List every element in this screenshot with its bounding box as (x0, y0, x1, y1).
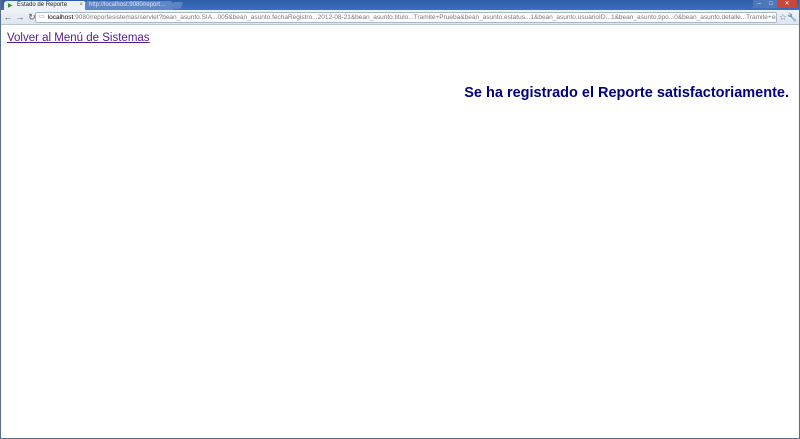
url-path: :9080/reportesistemas/servlet?bean_asunt… (73, 14, 777, 21)
browser-toolbar: ← → ↻ ▭ localhost:9080/reportesistemas/s… (1, 10, 799, 25)
tab-inactive[interactable]: http://localhost:9080/reportesistemas — … (85, 1, 173, 10)
back-to-systems-menu-link[interactable]: Volver al Menú de Sistemas (7, 32, 150, 44)
tab-title-inactive: http://localhost:9080/reportesistemas — … (89, 2, 169, 8)
page-icon: ▭ (39, 14, 45, 20)
maximize-button[interactable]: □ (765, 0, 777, 8)
tab-estado-de-reporte[interactable]: ▶ Estado de Reporte × (4, 1, 86, 10)
address-bar[interactable]: ▭ localhost:9080/reportesistemas/servlet… (35, 12, 777, 23)
url-host: localhost (47, 14, 74, 21)
minimize-button[interactable]: – (753, 0, 765, 8)
close-tab-icon[interactable]: × (79, 1, 83, 10)
page-content: Volver al Menú de Sistemas Se ha registr… (1, 25, 799, 438)
window-controls: – □ ✕ (753, 0, 797, 8)
close-window-button[interactable]: ✕ (777, 0, 797, 8)
bookmark-star-icon[interactable]: ☆ (779, 12, 787, 23)
wrench-menu-icon[interactable]: 🔧 (787, 12, 797, 23)
tab-title: Estado de Reporte (17, 2, 68, 8)
browser-window: ▶ Estado de Reporte × http://localhost:9… (0, 0, 800, 439)
new-tab-button[interactable] (170, 2, 184, 9)
play-triangle-icon: ▶ (8, 2, 13, 9)
back-arrow-icon[interactable]: ← (3, 12, 13, 22)
title-bar: ▶ Estado de Reporte × http://localhost:9… (1, 0, 799, 10)
success-message: Se ha registrado el Reporte satisfactori… (464, 85, 789, 101)
forward-arrow-icon[interactable]: → (15, 12, 25, 22)
